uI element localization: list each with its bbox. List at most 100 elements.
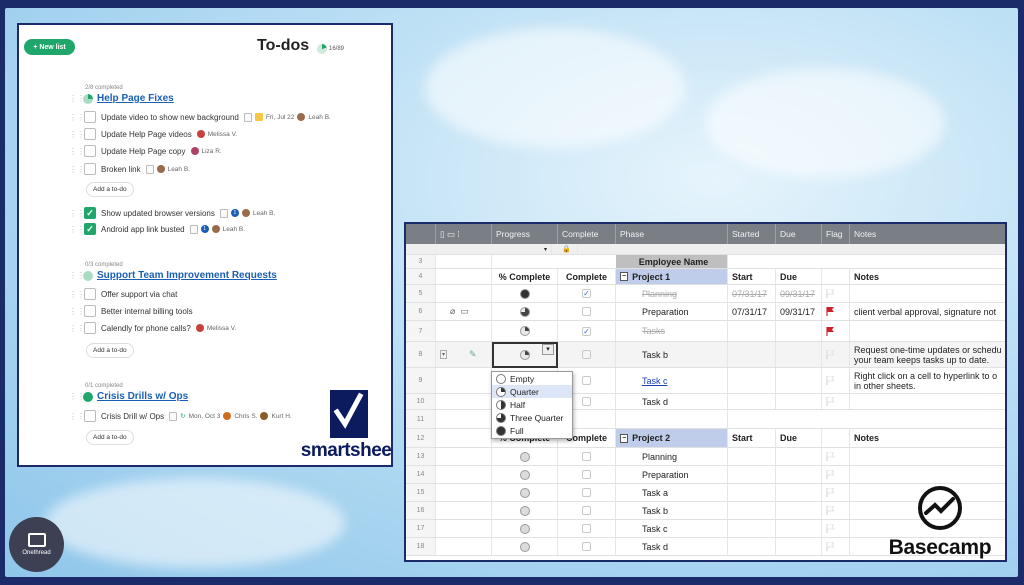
row-number[interactable]: 16 bbox=[406, 502, 436, 519]
todo-text[interactable]: Calendly for phone calls? bbox=[101, 324, 191, 333]
progress-cell[interactable] bbox=[492, 484, 558, 501]
progress-cell[interactable] bbox=[492, 303, 558, 320]
todo-checkbox[interactable] bbox=[84, 145, 96, 157]
notes-cell[interactable] bbox=[850, 466, 1005, 483]
row-number[interactable]: 9 bbox=[406, 368, 436, 393]
dropdown-option[interactable]: Full bbox=[492, 424, 572, 437]
row-icons-cell[interactable] bbox=[436, 538, 492, 555]
progress-cell[interactable] bbox=[492, 502, 558, 519]
row-icons-cell[interactable] bbox=[436, 269, 492, 284]
list-title-link[interactable]: Crisis Drills w/ Ops bbox=[97, 391, 188, 402]
flag-icon[interactable] bbox=[826, 326, 834, 336]
row-icons-cell[interactable] bbox=[436, 502, 492, 519]
row-icons-cell[interactable] bbox=[436, 368, 492, 393]
table-row[interactable]: 3 Employee Name bbox=[406, 255, 1005, 269]
flag-outline-icon[interactable] bbox=[826, 488, 834, 497]
phase-cell[interactable]: Planning bbox=[616, 448, 728, 465]
drag-handle-icon[interactable]: ⋮⋮ bbox=[69, 165, 85, 174]
drag-handle-icon[interactable]: ⋮⋮ bbox=[69, 94, 85, 103]
row-number[interactable]: 10 bbox=[406, 394, 436, 409]
project-row-cell[interactable]: − Project 1 bbox=[616, 269, 728, 284]
phase-cell[interactable]: Planning bbox=[616, 285, 728, 302]
column-header-flag[interactable]: Flag bbox=[822, 224, 850, 244]
notes-cell[interactable]: Request one-time updates or schedu your t… bbox=[850, 342, 1005, 367]
start-date-cell[interactable] bbox=[728, 466, 776, 483]
row-icons-cell[interactable] bbox=[436, 429, 492, 447]
phase-cell[interactable]: Task b bbox=[616, 342, 728, 367]
column-header-started[interactable]: Started bbox=[728, 224, 776, 244]
notes-cell[interactable] bbox=[850, 321, 1005, 341]
todo-text[interactable]: Android app link busted bbox=[101, 225, 185, 234]
phase-cell[interactable]: Task b bbox=[616, 502, 728, 519]
drag-handle-icon[interactable]: ⋮⋮ bbox=[69, 412, 85, 421]
complete-cell[interactable] bbox=[558, 502, 616, 519]
flag-icon[interactable] bbox=[826, 307, 834, 316]
phase-text[interactable]: Task c bbox=[642, 376, 668, 386]
row-number[interactable]: 11 bbox=[406, 410, 436, 428]
dropdown-option[interactable]: Half bbox=[492, 398, 572, 411]
flag-cell[interactable] bbox=[822, 448, 850, 465]
todo-text[interactable]: Crisis Drill w/ Ops bbox=[101, 412, 164, 421]
reminder-icon[interactable]: ✎ bbox=[469, 349, 477, 360]
progress-cell[interactable] bbox=[492, 285, 558, 302]
list-header[interactable]: ⋮⋮ Help Page Fixes bbox=[69, 93, 174, 104]
project-row-cell[interactable]: − Project 2 bbox=[616, 429, 728, 447]
drag-handle-icon[interactable]: ⋮⋮ bbox=[69, 392, 85, 401]
flag-cell[interactable] bbox=[822, 502, 850, 519]
todo-text[interactable]: Broken link bbox=[101, 165, 141, 174]
checkbox[interactable] bbox=[582, 542, 591, 551]
todo-text[interactable]: Show updated browser versions bbox=[101, 209, 215, 218]
collapse-icon[interactable]: − bbox=[620, 433, 629, 443]
drag-handle-icon[interactable]: ⋮⋮ bbox=[69, 147, 85, 156]
drag-handle-icon[interactable]: ⋮⋮ bbox=[69, 324, 85, 333]
row-icons-cell[interactable] bbox=[436, 321, 492, 341]
drag-handle-icon[interactable]: ⋮⋮ bbox=[69, 130, 85, 139]
start-date-cell[interactable]: 07/31/17 bbox=[728, 303, 776, 320]
notes-cell[interactable] bbox=[850, 448, 1005, 465]
flag-cell[interactable] bbox=[822, 321, 850, 341]
complete-cell[interactable] bbox=[558, 342, 616, 367]
row-icons-cell[interactable]: ⌀ ▭ bbox=[436, 303, 492, 320]
table-row[interactable]: 13 Planning bbox=[406, 448, 1005, 466]
row-number[interactable]: 14 bbox=[406, 466, 436, 483]
row-icons-cell[interactable] bbox=[436, 520, 492, 537]
list-title-link[interactable]: Help Page Fixes bbox=[97, 93, 174, 104]
employee-name-cell[interactable]: Employee Name bbox=[616, 255, 728, 268]
row-number[interactable]: 18 bbox=[406, 538, 436, 555]
column-header-phase[interactable]: Phase bbox=[616, 224, 728, 244]
row-menu-icon[interactable]: ▾ bbox=[440, 350, 448, 359]
todo-checkbox[interactable] bbox=[84, 128, 96, 140]
checkbox[interactable] bbox=[582, 488, 591, 497]
due-date-cell[interactable]: 09/31/17 bbox=[776, 285, 822, 302]
due-date-cell[interactable] bbox=[776, 394, 822, 409]
flag-cell[interactable] bbox=[822, 342, 850, 367]
list-header[interactable]: ⋮⋮ Crisis Drills w/ Ops bbox=[69, 391, 188, 402]
phase-cell[interactable]: Task d bbox=[616, 538, 728, 555]
start-date-cell[interactable] bbox=[728, 484, 776, 501]
row-number[interactable]: 6 bbox=[406, 303, 436, 320]
phase-cell[interactable]: Preparation bbox=[616, 466, 728, 483]
attachment-icon[interactable]: ⌀ bbox=[450, 306, 455, 317]
add-todo-button[interactable]: Add a to-do bbox=[86, 430, 134, 445]
todo-checkbox[interactable] bbox=[84, 163, 96, 175]
complete-cell[interactable]: ✓ bbox=[558, 285, 616, 302]
due-date-cell[interactable] bbox=[776, 342, 822, 367]
start-date-cell[interactable] bbox=[728, 368, 776, 393]
flag-outline-icon[interactable] bbox=[826, 376, 834, 385]
row-icons-cell[interactable] bbox=[436, 448, 492, 465]
row-number[interactable]: 17 bbox=[406, 520, 436, 537]
start-date-cell[interactable] bbox=[728, 502, 776, 519]
todo-checkbox-checked[interactable]: ✓ bbox=[84, 207, 96, 219]
flag-cell[interactable] bbox=[822, 466, 850, 483]
checkbox-checked[interactable]: ✓ bbox=[582, 289, 591, 298]
drag-handle-icon[interactable]: ⋮⋮ bbox=[69, 271, 85, 280]
progress-cell[interactable] bbox=[492, 448, 558, 465]
table-row[interactable]: 4% Complete Complete − Project 1 Start Due Not… bbox=[406, 269, 1005, 285]
notes-cell[interactable]: client verbal approval, signature not bbox=[850, 303, 1005, 320]
flag-cell[interactable] bbox=[822, 303, 850, 320]
due-date-cell[interactable] bbox=[776, 538, 822, 555]
column-header-notes[interactable]: Notes bbox=[850, 224, 1005, 244]
notes-cell[interactable]: Right click on a cell to hyperlink to oi… bbox=[850, 368, 1005, 393]
phase-cell[interactable]: Task d bbox=[616, 394, 728, 409]
column-header-complete[interactable]: Complete bbox=[558, 224, 616, 244]
